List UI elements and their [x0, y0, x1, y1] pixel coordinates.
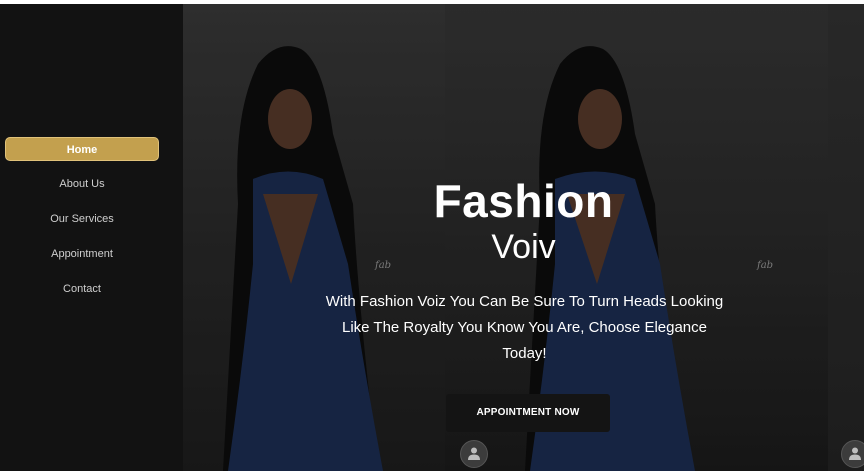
nav-home[interactable]: Home: [5, 137, 159, 161]
nav-about-us[interactable]: About Us: [5, 172, 159, 196]
appointment-now-button[interactable]: APPOINTMENT NOW: [446, 394, 610, 432]
hero-subtitle: Voiv: [491, 228, 556, 266]
user-avatar-edge[interactable]: [841, 440, 864, 468]
user-icon: [468, 447, 480, 460]
sidebar-nav: Home About Us Our Services Appointment C…: [5, 137, 159, 312]
nav-appointment[interactable]: Appointment: [5, 242, 159, 266]
nav-contact[interactable]: Contact: [5, 277, 159, 301]
hero-section: fab fab Fashion Voiv With Fashion Voiz Y…: [183, 4, 864, 471]
user-icon: [849, 447, 861, 460]
hero-title: Fashion: [433, 175, 614, 227]
nav-our-services[interactable]: Our Services: [5, 207, 159, 231]
hero-tagline: With Fashion Voiz You Can Be Sure To Tur…: [325, 293, 724, 362]
sidebar: Home About Us Our Services Appointment C…: [0, 4, 183, 471]
user-avatar[interactable]: [460, 440, 488, 468]
